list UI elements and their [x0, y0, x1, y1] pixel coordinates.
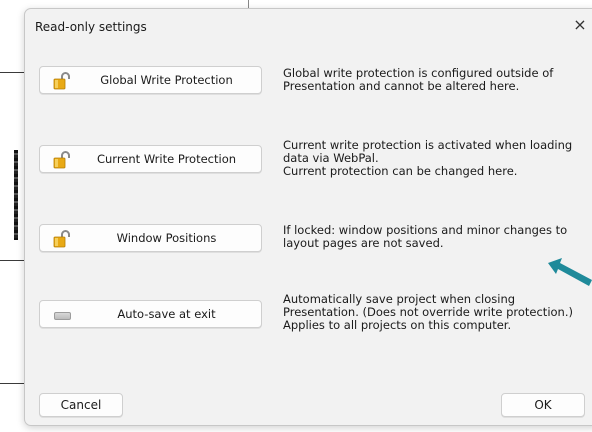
padlock-icon	[53, 230, 70, 248]
option-description: Current write protection is activated wh…	[283, 139, 583, 178]
current-write-protection-button[interactable]: Current Write Protection	[39, 145, 262, 173]
description-line: Presentation and cannot be altered here.	[283, 79, 520, 93]
option-description: Global write protection is configured ou…	[283, 67, 583, 93]
ok-button[interactable]: OK	[501, 393, 585, 417]
option-label: Auto-save at exit	[117, 307, 216, 321]
close-icon[interactable]: ×	[571, 16, 589, 34]
read-only-settings-dialog: Read-only settings × Global Write Protec…	[24, 8, 592, 426]
cancel-button[interactable]: Cancel	[39, 393, 123, 417]
description-line: Applies to all projects on this computer…	[283, 318, 512, 332]
background-line	[248, 0, 249, 8]
padlock-icon	[53, 72, 70, 90]
toggle-off-icon	[54, 312, 71, 320]
auto-save-at-exit-button[interactable]: Auto-save at exit	[39, 300, 262, 328]
description-line: Current protection can be changed here.	[283, 164, 518, 178]
annotation-arrow-icon	[548, 258, 592, 286]
option-label: Global Write Protection	[100, 73, 233, 87]
option-label: Window Positions	[116, 231, 217, 245]
padlock-icon	[53, 151, 70, 169]
option-description: If locked: window positions and minor ch…	[283, 224, 583, 250]
background-line	[0, 383, 24, 384]
background-graphic	[14, 150, 18, 240]
option-description: Automatically save project when closing …	[283, 293, 583, 332]
option-label: Current Write Protection	[96, 152, 237, 166]
dialog-title: Read-only settings	[35, 20, 147, 34]
window-positions-button[interactable]: Window Positions	[39, 224, 262, 252]
background-line	[0, 260, 24, 261]
description-line: layout pages are not saved.	[283, 236, 444, 250]
background-line	[0, 72, 24, 73]
global-write-protection-button[interactable]: Global Write Protection	[39, 66, 262, 94]
